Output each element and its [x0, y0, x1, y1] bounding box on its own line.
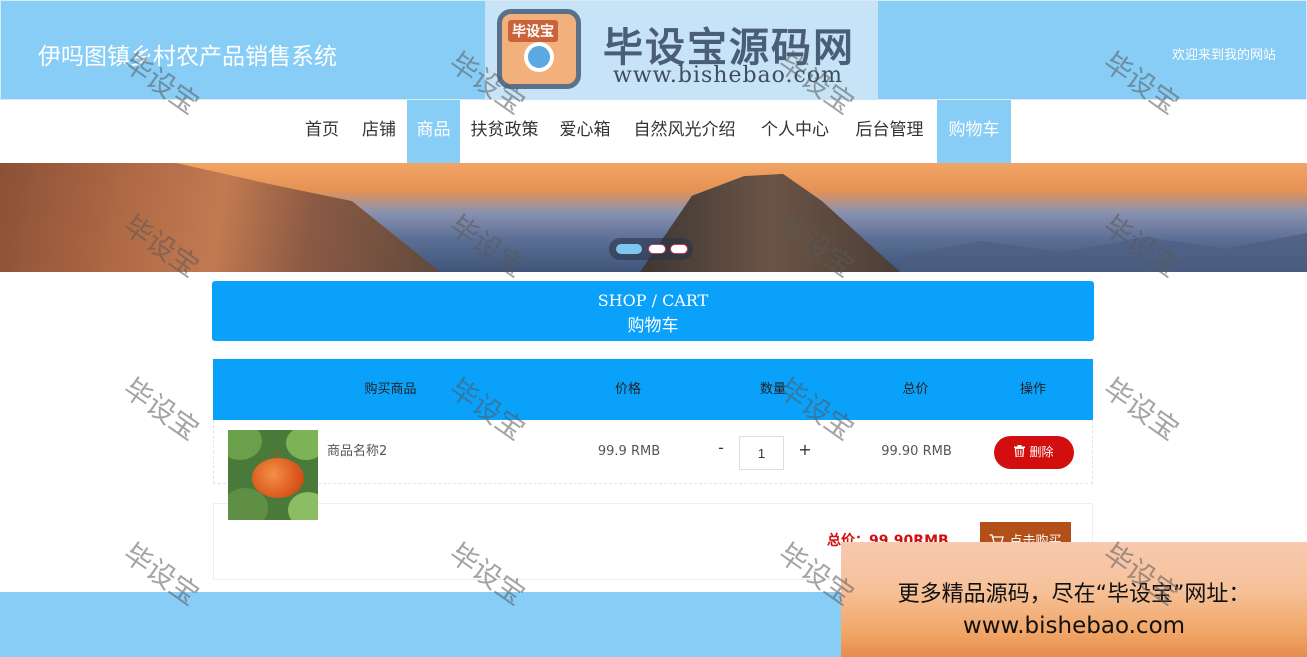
cart-row: 商品名称2 99.9 RMB - + 99.90 RMB 删除 — [213, 420, 1093, 520]
thumb-leaf — [288, 492, 318, 520]
nav-item-admin[interactable]: 后台管理 — [842, 100, 937, 163]
ad-overlay[interactable]: 更多精品源码，尽在“毕设宝”网址： www.bishebao.com — [841, 542, 1307, 657]
nav-item-cart[interactable]: 购物车 — [937, 100, 1011, 163]
carousel-dot-3[interactable] — [670, 244, 688, 254]
thumb-leaf — [286, 430, 318, 460]
col-header-price: 价格 — [614, 382, 641, 397]
delete-button[interactable]: 删除 — [994, 436, 1074, 469]
bishebao-logo-icon: 毕设宝 — [497, 9, 581, 89]
main-nav: 首页 店铺 商品 扶贫政策 爱心箱 自然风光介绍 个人中心 后台管理 购物车 — [0, 100, 1307, 163]
logo-badge-text: 毕设宝 — [508, 20, 558, 42]
bishebao-logo-watermark: 毕设宝 毕设宝源码网 www.bishebao.com — [485, 1, 878, 100]
cart-table-header: 购买商品 价格 数量 总价 操作 — [213, 359, 1093, 420]
ad-text-line1: 更多精品源码，尽在“毕设宝”网址： — [897, 582, 1251, 607]
col-header-quantity: 数量 — [759, 382, 786, 397]
col-header-product: 购买商品 — [364, 382, 417, 397]
logo-face-icon — [524, 42, 554, 72]
welcome-text: 欢迎来到我的网站 — [1171, 48, 1276, 63]
product-price: 99.9 RMB — [597, 444, 661, 459]
product-thumbnail[interactable] — [228, 430, 318, 520]
carousel-dot-2[interactable] — [648, 244, 666, 254]
row-total: 99.90 RMB — [881, 444, 952, 459]
qty-increment-button[interactable]: + — [798, 440, 812, 459]
carousel-indicators — [609, 238, 693, 260]
watermark: 毕设宝 — [1097, 371, 1186, 447]
nav-item-products[interactable]: 商品 — [407, 100, 460, 163]
trash-icon — [1014, 445, 1026, 458]
nav-item-love-box[interactable]: 爱心箱 — [549, 100, 621, 163]
qty-input[interactable] — [739, 436, 784, 470]
nav-item-home[interactable]: 首页 — [293, 100, 351, 163]
qty-decrement-button[interactable]: - — [714, 438, 728, 457]
col-header-action: 操作 — [1019, 382, 1046, 397]
banner-mountains-image — [900, 233, 1307, 272]
cart-heading-zh: 购物车 — [627, 316, 679, 336]
nav-item-poverty-policy[interactable]: 扶贫政策 — [460, 100, 549, 163]
nav-item-shops[interactable]: 店铺 — [351, 100, 407, 163]
nav-item-scenery[interactable]: 自然风光介绍 — [621, 100, 748, 163]
carousel-dot-1[interactable] — [616, 244, 642, 254]
logo-url: www.bishebao.com — [613, 63, 843, 88]
pumpkin-image — [252, 458, 304, 498]
thumb-leaf — [228, 430, 262, 460]
watermark: 毕设宝 — [117, 371, 206, 447]
cart-heading: SHOP / CART 购物车 — [212, 281, 1094, 341]
banner-cliff-image — [0, 163, 440, 272]
ad-url[interactable]: www.bishebao.com — [841, 613, 1307, 639]
product-name[interactable]: 商品名称2 — [327, 440, 387, 459]
site-title: 伊吗图镇乡村农产品销售系统 — [38, 44, 337, 70]
delete-label: 删除 — [1029, 445, 1054, 459]
cart-heading-en: SHOP / CART — [597, 291, 709, 310]
col-header-total: 总价 — [902, 382, 929, 397]
nav-item-personal-center[interactable]: 个人中心 — [748, 100, 842, 163]
